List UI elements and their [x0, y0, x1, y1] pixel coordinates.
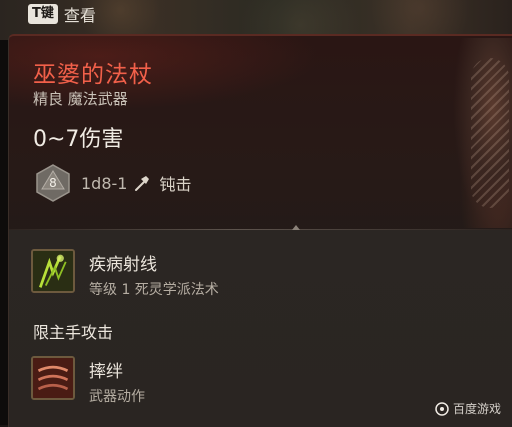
ability-disease-ray[interactable]: 疾病射线 等级 1 死灵学派法术 — [31, 249, 219, 299]
die-label: 8 — [49, 176, 57, 190]
dice-formula: 1d8-1 — [81, 173, 128, 193]
dice-row: 8 1d8-1 钝击 — [33, 163, 191, 203]
character-portrait — [453, 38, 512, 228]
ability-topple[interactable]: 摔绊 武器动作 — [31, 356, 145, 406]
disease-ray-icon — [31, 249, 75, 293]
section-divider — [9, 229, 512, 230]
damage-range: 0~7伤害 — [33, 127, 124, 152]
main-hand-label: 限主手攻击 — [33, 323, 114, 342]
inspect-hint: T键 查看 — [28, 2, 96, 26]
ability-subtitle: 等级 1 死灵学派法术 — [89, 282, 219, 298]
divider-notch — [292, 225, 300, 230]
baidu-logo-icon — [435, 401, 449, 416]
bludgeon-icon — [135, 176, 150, 191]
d8-die-icon: 8 — [36, 164, 70, 202]
ability-title: 疾病射线 — [89, 255, 157, 275]
item-name: 巫婆的法杖 — [33, 62, 153, 88]
hotkey-chip: T键 — [28, 4, 58, 24]
watermark-text: 百度游戏 — [452, 402, 501, 416]
screen-edge — [0, 40, 8, 425]
watermark: 百度游戏 — [435, 400, 501, 417]
ability-title: 摔绊 — [89, 362, 123, 382]
damage-type: 钝击 — [159, 175, 192, 194]
topple-icon — [31, 356, 75, 400]
ability-subtitle: 武器动作 — [89, 389, 145, 405]
item-type: 精良 魔法武器 — [33, 90, 128, 108]
item-tooltip: 巫婆的法杖 精良 魔法武器 0~7伤害 8 1d8-1 钝击 疾病射线 等级 1… — [8, 34, 512, 427]
inspect-label: 查看 — [63, 6, 96, 25]
